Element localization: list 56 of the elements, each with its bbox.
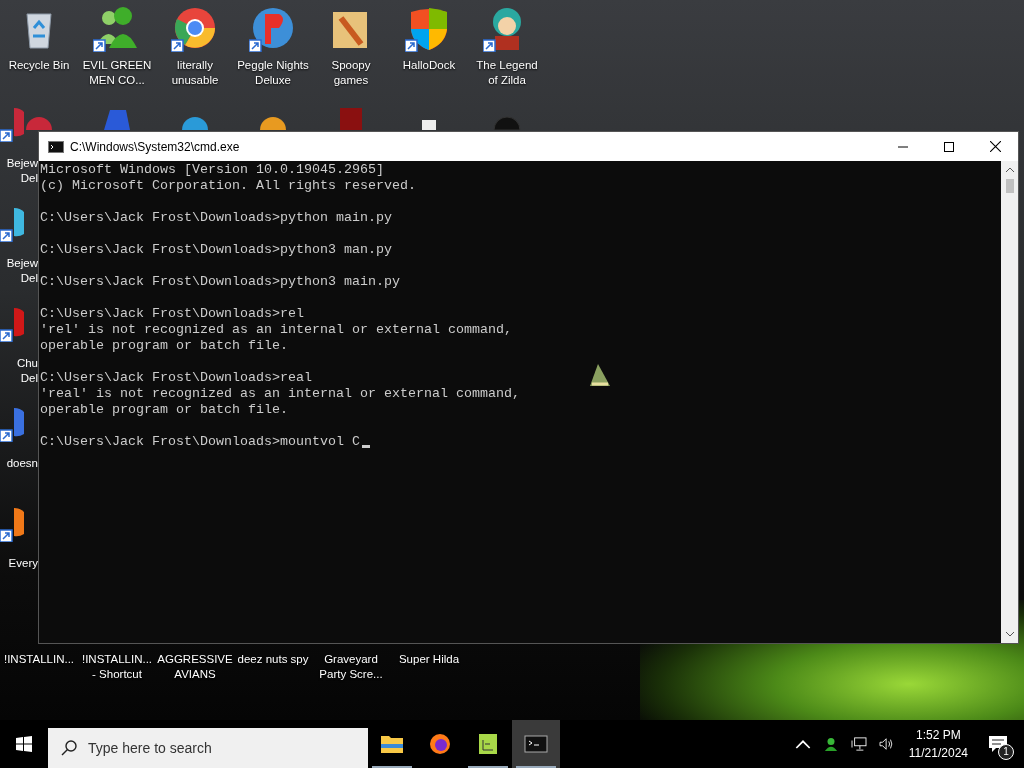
scroll-thumb[interactable] <box>1005 179 1014 193</box>
console-line: C:\Users\Jack Frost\Downloads>python3 main.py <box>40 274 400 290</box>
app-icon[interactable] <box>0 508 24 542</box>
search-field[interactable]: Type here to search <box>48 728 368 768</box>
volume-icon[interactable] <box>878 737 895 751</box>
icon-label[interactable]: Spoopy games <box>331 58 371 88</box>
windows-logo-icon <box>16 736 32 752</box>
console-line: (c) Microsoft Corporation. All rights reserved. <box>40 178 416 194</box>
app-icon[interactable] <box>0 308 24 342</box>
maximize-icon <box>944 141 954 152</box>
icon-label[interactable]: The Legend of Zilda <box>476 58 538 88</box>
icon-label[interactable]: Bejew Del <box>6 156 38 186</box>
icon-label[interactable]: Recycle Bin <box>8 58 70 73</box>
app-icon[interactable] <box>0 108 24 142</box>
notifications-button[interactable]: 1 <box>976 720 1020 768</box>
console-line: C:\Users\Jack Frost\Downloads>real <box>40 370 312 386</box>
console-line: C:\Users\Jack Frost\Downloads>python3 man.py <box>40 242 392 258</box>
firefox-icon <box>428 732 452 756</box>
icon-label[interactable]: AGGRESSIVE AVIANS <box>157 652 233 682</box>
network-icon[interactable] <box>850 737 867 751</box>
console-line: C:\Users\Jack Frost\Downloads>mountvol C <box>40 434 360 450</box>
icon-label[interactable]: Every <box>8 556 38 571</box>
terminal-taskbar-button[interactable] <box>512 720 560 768</box>
icon-label[interactable]: deez nuts spy <box>237 652 309 682</box>
app-icon[interactable] <box>0 208 24 242</box>
terminal-icon <box>48 140 64 153</box>
console-line: Microsoft Windows [Version 10.0.19045.2965] <box>40 162 384 178</box>
search-icon <box>61 740 77 756</box>
icon-label[interactable]: !INSTALLIN... <box>3 652 75 682</box>
clock[interactable]: 1:52 PM 11/21/2024 <box>900 726 976 762</box>
notepad-icon <box>476 732 500 756</box>
icon-label[interactable]: Graveyard Party Scre... <box>319 652 383 682</box>
window-title: C:\Windows\System32\cmd.exe <box>70 139 240 154</box>
scroll-down-icon[interactable] <box>1004 631 1015 637</box>
icon-label[interactable]: literally unusable <box>171 58 219 88</box>
terminal-icon <box>524 732 548 756</box>
icon-label[interactable]: !INSTALLIN... - Shortcut <box>81 652 153 682</box>
icon-label[interactable]: Chu Del <box>16 356 38 386</box>
console-line: operable program or batch file. <box>40 338 288 354</box>
text-cursor <box>361 445 370 448</box>
icon-label[interactable]: EVIL GREEN MEN CO... <box>82 58 152 88</box>
scrollbar[interactable] <box>1001 161 1018 643</box>
icon-label[interactable]: HalloDock <box>402 58 456 73</box>
icon-label[interactable]: Peggle Nights Deluxe <box>237 58 309 88</box>
console-line: C:\Users\Jack Frost\Downloads>python main.py <box>40 210 392 226</box>
icon-label[interactable]: Bejew Del <box>6 256 38 286</box>
console-line: C:\Users\Jack Frost\Downloads>rel <box>40 306 304 322</box>
close-icon <box>989 141 1001 152</box>
icon-label[interactable]: Super Hilda <box>398 652 460 682</box>
console-line: 'rel' is not recognized as an internal or external command, <box>40 322 512 338</box>
app-icon[interactable] <box>0 408 24 442</box>
console-line: operable program or batch file. <box>40 402 288 418</box>
scroll-up-icon[interactable] <box>1004 167 1015 173</box>
person-icon[interactable] <box>822 737 839 751</box>
console-line: 'real' is not recognized as an internal or external command, <box>40 386 520 402</box>
icon-label[interactable]: doesn <box>6 456 38 471</box>
